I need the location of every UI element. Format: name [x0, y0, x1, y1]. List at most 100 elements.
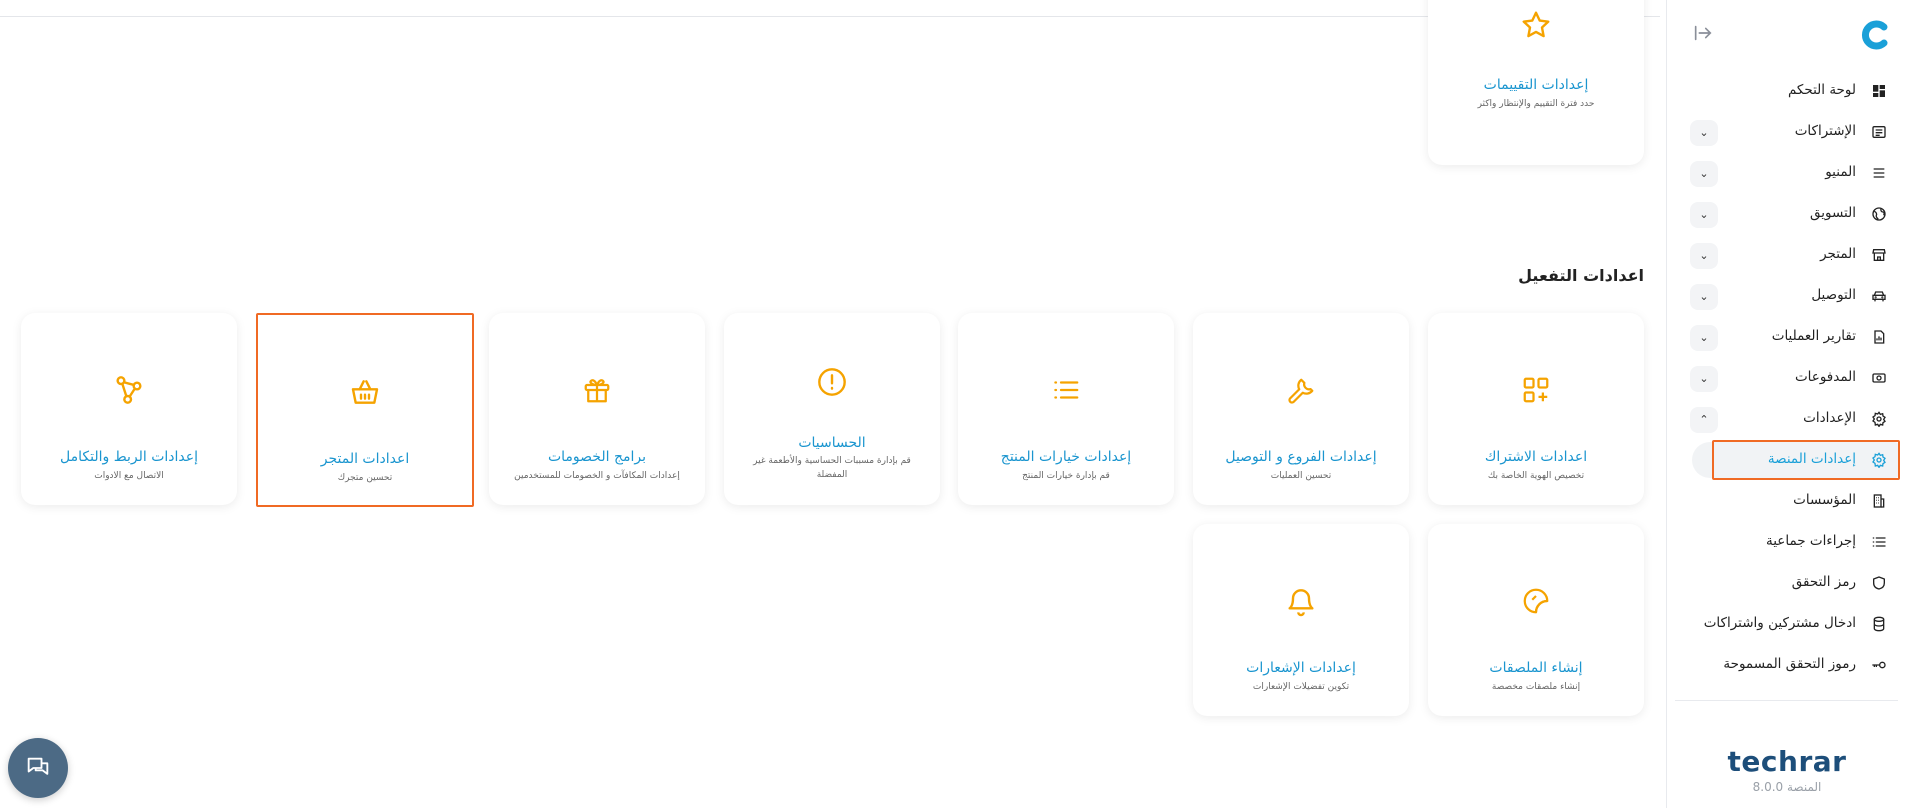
sticker-icon [1428, 584, 1644, 618]
chevron-up-icon[interactable]: ⌃ [1690, 407, 1718, 433]
brand-logo-icon[interactable] [1858, 18, 1892, 52]
card-product-options-settings[interactable]: إعدادات خيارات المنتج قم بإدارة خيارات ا… [958, 313, 1174, 505]
card-description: تخصيص الهوية الخاصة بك [1487, 471, 1585, 481]
payments-icon [1870, 369, 1888, 387]
sidebar-item-operations-reports[interactable]: تقارير العمليات ⌄ [1666, 316, 1906, 357]
chevron-down-icon[interactable]: ⌄ [1690, 284, 1718, 310]
card-title: اعدادات الاشتراك [1484, 449, 1588, 465]
version-label: المنصة 8.0.0 [1752, 780, 1822, 794]
card-allergies[interactable]: الحساسيات قم بإدارة مسببات الحساسية والأ… [724, 313, 940, 505]
globe-icon [1870, 205, 1888, 223]
card-title: إعدادات الإشعارات [1246, 660, 1356, 676]
sidebar-nav: لوحة التحكم الإشتراكات ⌄ المنيو ⌄ التسوي… [1666, 70, 1906, 685]
sidebar-item-allowed-codes[interactable]: رموز التحقق المسموحة [1666, 644, 1906, 685]
card-store-settings[interactable]: اعدادات المتجر تحسين متجرك [256, 313, 474, 507]
sidebar-item-label: المؤسسات [1793, 492, 1856, 508]
sidebar-item-label: المنيو [1825, 164, 1856, 180]
bell-icon [1193, 584, 1409, 618]
chevron-down-icon[interactable]: ⌄ [1690, 243, 1718, 269]
car-icon [1870, 287, 1888, 305]
sidebar-item-label: الإشتراكات [1794, 123, 1856, 139]
chevron-down-icon[interactable]: ⌄ [1690, 202, 1718, 228]
card-description: إعدادات المكافآت و الخصومات للمستخدمين [514, 471, 680, 481]
chevron-down-icon[interactable]: ⌄ [1690, 366, 1718, 392]
card-description: الاتصال مع الادوات [94, 471, 164, 481]
sidebar-item-menu[interactable]: المنيو ⌄ [1666, 152, 1906, 193]
sidebar-item-label: ادخال مشتركين واشتراكات [1703, 615, 1856, 631]
card-title: إعدادات الفروع و التوصيل [1225, 449, 1377, 465]
sidebar-item-payments[interactable]: المدفوعات ⌄ [1666, 357, 1906, 398]
sidebar-item-subscriptions[interactable]: الإشتراكات ⌄ [1666, 111, 1906, 152]
card-description: قم بإدارة مسببات الحساسية والأطعمة غير ا… [753, 456, 911, 480]
card-description: إنشاء ملصقات مخصصة [1491, 682, 1581, 692]
sidebar-item-label: لوحة التحكم [1787, 82, 1856, 98]
building-icon [1870, 492, 1888, 510]
card-title: إعدادات الربط والتكامل [60, 449, 198, 465]
chat-icon [27, 757, 49, 775]
card-notification-settings[interactable]: إعدادات الإشعارات تكوين تفضيلات الإشعارا… [1193, 524, 1409, 716]
chevron-down-icon[interactable]: ⌄ [1690, 325, 1718, 351]
gear-icon [1870, 410, 1888, 428]
sidebar-item-delivery[interactable]: التوصيل ⌄ [1666, 275, 1906, 316]
database-icon [1870, 615, 1888, 633]
card-title: اعدادات المتجر [320, 451, 410, 467]
sidebar-item-bulk-actions[interactable]: إجراءات جماعية [1666, 521, 1906, 562]
sidebar-item-label: رمز التحقق [1791, 574, 1856, 590]
integration-icon [21, 373, 237, 407]
menu-icon [1870, 164, 1888, 182]
sidebar-item-label: إعدادات المنصة [1767, 451, 1856, 467]
section-title: اعدادات التفعيل [1518, 266, 1644, 285]
wrench-icon [1193, 373, 1409, 407]
report-icon [1870, 328, 1888, 346]
sidebar-item-label: الإعدادات [1803, 410, 1856, 426]
list-icon [958, 373, 1174, 407]
sidebar-item-marketing[interactable]: التسويق ⌄ [1666, 193, 1906, 234]
card-create-stickers[interactable]: إنشاء الملصقات إنشاء ملصقات مخصصة [1428, 524, 1644, 716]
sidebar-item-platform-settings[interactable]: إعدادات المنصة [1666, 439, 1906, 480]
sidebar-item-label: المتجر [1820, 246, 1856, 262]
card-title: الحساسيات [798, 435, 866, 451]
gift-icon [489, 373, 705, 407]
brand-name: techrar [1727, 745, 1847, 778]
card-integration-settings[interactable]: إعدادات الربط والتكامل الاتصال مع الادوا… [21, 313, 237, 505]
sidebar-item-settings[interactable]: الإعدادات ⌃ [1666, 398, 1906, 439]
subscriptions-icon [1870, 123, 1888, 141]
card-branches-delivery-settings[interactable]: إعدادات الفروع و التوصيل تحسين العمليات [1193, 313, 1409, 505]
card-description: تحسين متجرك [337, 473, 393, 483]
chevron-down-icon[interactable]: ⌄ [1690, 161, 1718, 187]
sidebar-item-label: المدفوعات [1794, 369, 1856, 385]
list-icon [1870, 533, 1888, 551]
card-description: قم بإدارة خيارات المنتج [1022, 471, 1110, 481]
card-discount-programs[interactable]: برامج الخصومات إعدادات المكافآت و الخصوم… [489, 313, 705, 505]
sidebar-item-organizations[interactable]: المؤسسات [1666, 480, 1906, 521]
collapse-sidebar-icon[interactable] [1689, 22, 1717, 50]
sidebar-item-label: تقارير العمليات [1771, 328, 1856, 344]
card-subscription-settings[interactable]: اعدادات الاشتراك تخصيص الهوية الخاصة بك [1428, 313, 1644, 505]
sidebar-item-store[interactable]: المتجر ⌄ [1666, 234, 1906, 275]
star-icon [1428, 8, 1644, 42]
card-title: إنشاء الملصقات [1489, 660, 1583, 676]
sidebar-item-import-subscribers[interactable]: ادخال مشتركين واشتراكات [1666, 603, 1906, 644]
sidebar-item-dashboard[interactable]: لوحة التحكم [1666, 70, 1906, 111]
card-description: حدد فترة التقييم والإنتظار واكثر [1477, 99, 1595, 109]
basket-icon [258, 375, 472, 409]
alert-circle-icon [724, 365, 940, 399]
sidebar-item-label: رموز التحقق المسموحة [1723, 656, 1856, 672]
card-title: برامج الخصومات [547, 449, 646, 465]
gear-icon [1870, 451, 1888, 469]
card-ratings-settings[interactable]: إعدادات التقييمات حدد فترة التقييم والإن… [1428, 0, 1644, 165]
card-description: تحسين العمليات [1270, 471, 1332, 481]
top-divider [0, 16, 1660, 17]
chat-button[interactable] [8, 738, 68, 798]
sidebar-item-label: التسويق [1810, 205, 1856, 221]
sidebar-item-verification-code[interactable]: رمز التحقق [1666, 562, 1906, 603]
dashboard-icon [1870, 82, 1888, 100]
grid-plus-icon [1428, 373, 1644, 407]
card-title: إعدادات خيارات المنتج [1000, 449, 1132, 465]
chevron-down-icon[interactable]: ⌄ [1690, 120, 1718, 146]
sidebar-item-label: التوصيل [1811, 287, 1856, 303]
sidebar-item-label: إجراءات جماعية [1765, 533, 1856, 549]
card-title: إعدادات التقييمات [1483, 77, 1589, 93]
card-description: تكوين تفضيلات الإشعارات [1252, 682, 1350, 692]
store-icon [1870, 246, 1888, 264]
